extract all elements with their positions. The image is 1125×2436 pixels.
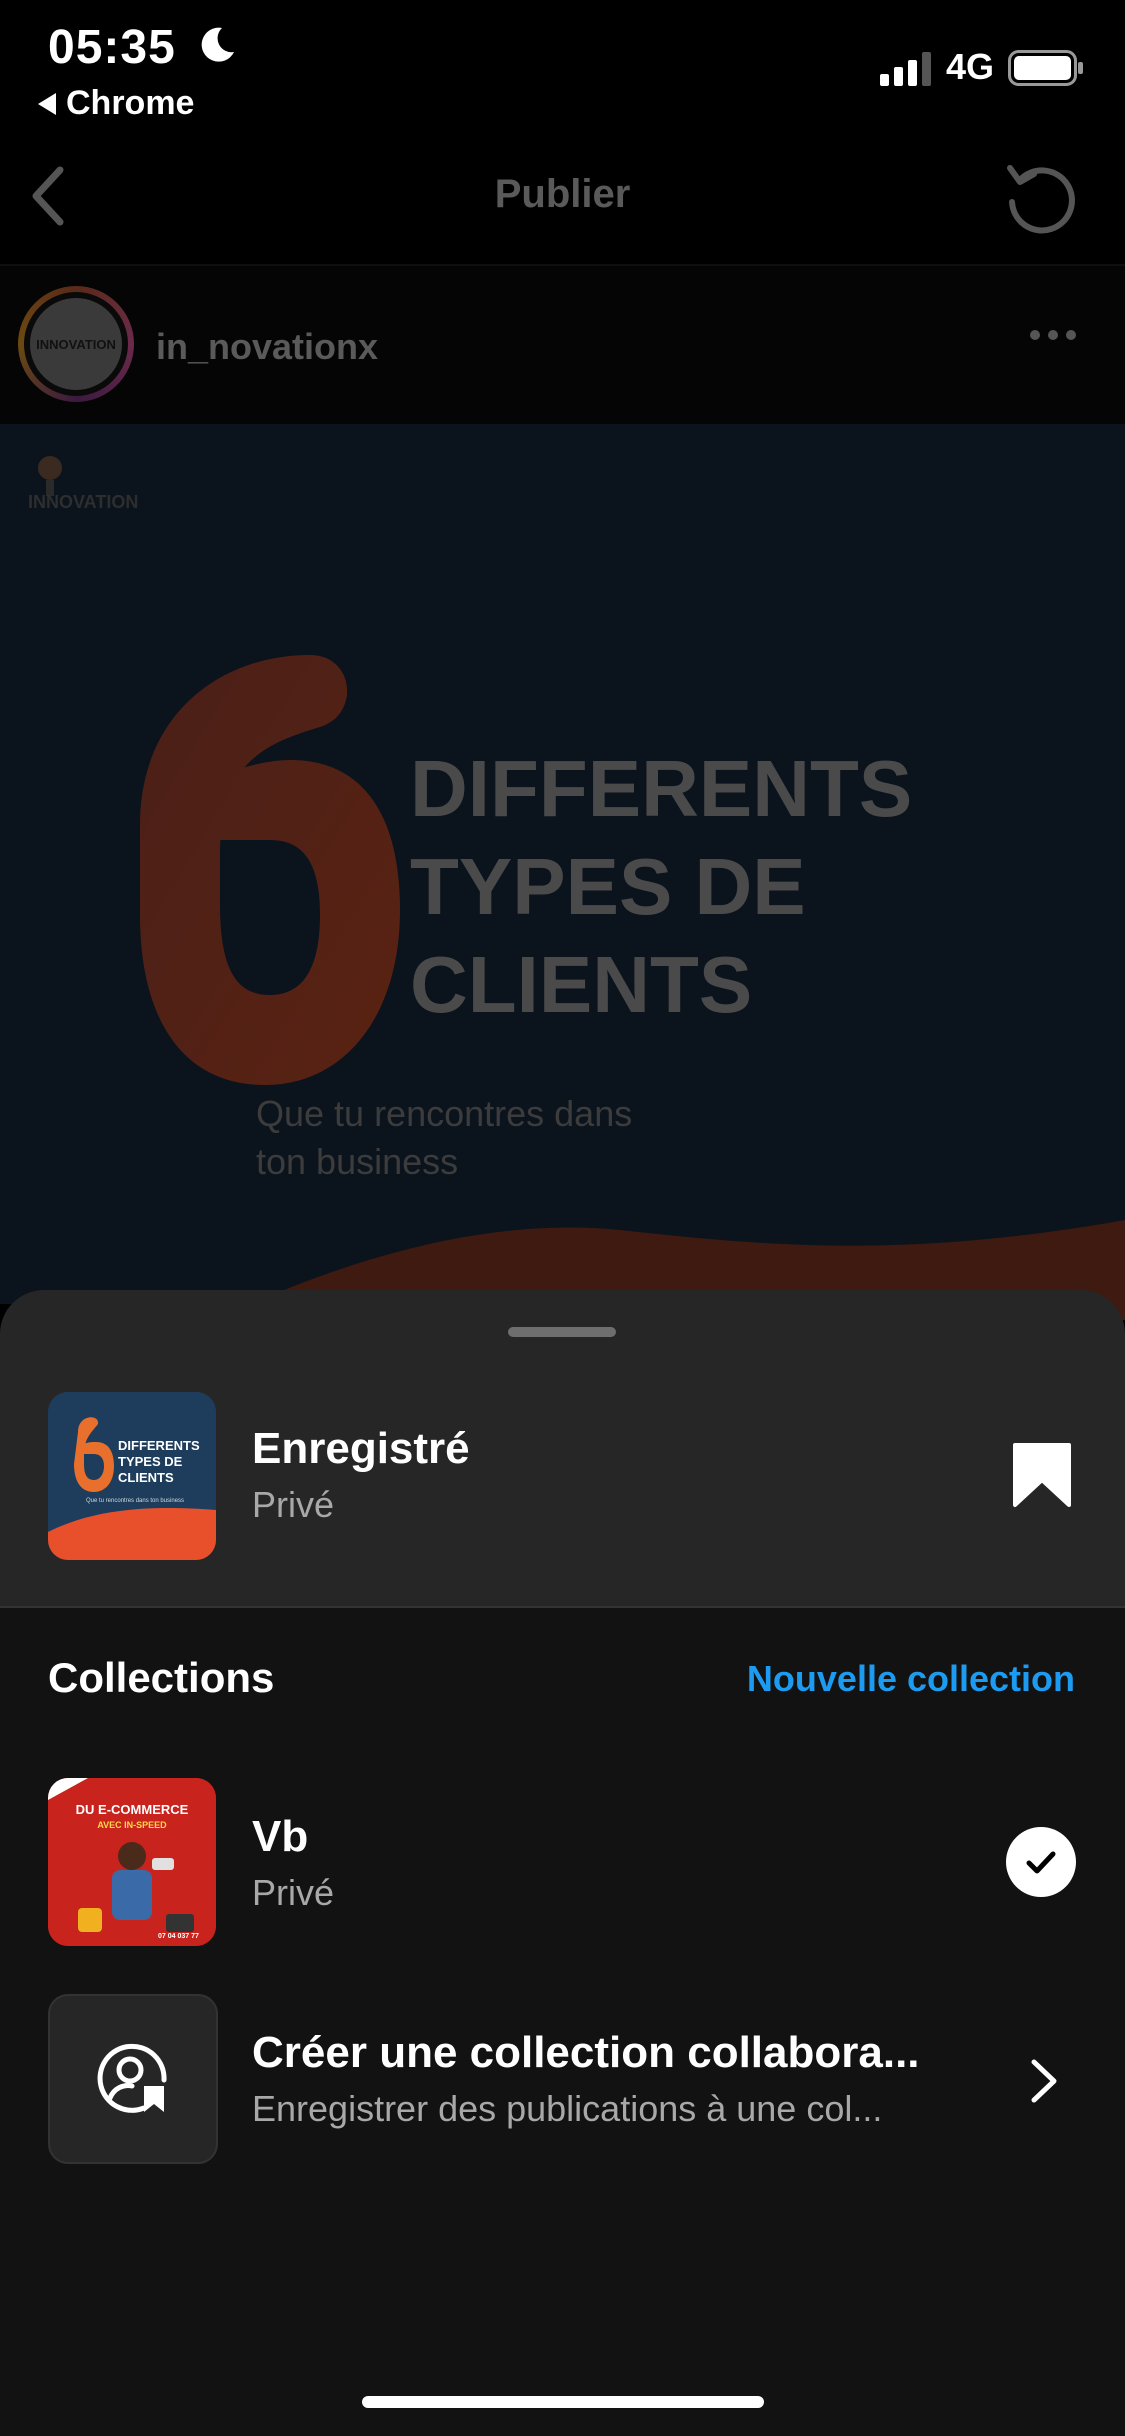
moon-icon: [201, 27, 234, 62]
sheet-grabber[interactable]: [508, 1327, 616, 1337]
post-headline: DIFFERENTS TYPES DE CLIENTS: [410, 740, 912, 1034]
post-subline-line: Que tu rencontres dans: [256, 1093, 633, 1134]
chevron-right-icon[interactable]: [1028, 2058, 1060, 2104]
back-to-app-link[interactable]: Chrome: [38, 84, 194, 123]
collab-collection-subtitle: Enregistrer des publications à une col..…: [252, 2088, 883, 2129]
avatar-logo-text: INNOVATION: [36, 336, 116, 352]
home-indicator[interactable]: [362, 2396, 764, 2408]
saved-title: Enregistré: [252, 1424, 470, 1473]
new-collection-button[interactable]: Nouvelle collection: [747, 1658, 1075, 1700]
post-headline-line: DIFFERENTS: [410, 744, 913, 833]
collab-collection-icon: [97, 2043, 167, 2113]
battery-icon: [1008, 50, 1083, 86]
signal-icon: [880, 52, 931, 86]
more-options-icon[interactable]: [1030, 330, 1076, 340]
thumb-line: CLIENTS: [118, 1470, 174, 1485]
post-username[interactable]: in_novationx: [156, 326, 378, 368]
post-subline: Que tu rencontres dans ton business: [256, 1090, 632, 1186]
collection-privacy: Privé: [252, 1872, 335, 1913]
network-type: 4G: [946, 46, 995, 87]
post-headline-line: TYPES DE: [410, 842, 806, 931]
checkmark-icon: [1026, 1851, 1056, 1874]
saved-thumbnail[interactable]: DIFFERENTS TYPES DE CLIENTS Que tu renco…: [48, 1392, 216, 1560]
post-headline-line: CLIENTS: [410, 940, 753, 1029]
back-triangle-icon: [38, 92, 56, 115]
thumb-subline: Que tu rencontres dans ton business: [86, 1498, 184, 1504]
collab-collection-title[interactable]: Créer une collection collabora...: [252, 2028, 972, 2078]
collections-heading: Collections: [48, 1654, 275, 1701]
collection-title[interactable]: Vb: [252, 1812, 308, 1862]
post-logo-text: INNOVATION: [28, 492, 138, 512]
post-logo: INNOVATION: [28, 456, 138, 512]
thumb-phone: 07 04 037 77: [158, 1933, 199, 1940]
bookmark-filled-icon[interactable]: [1012, 1442, 1072, 1508]
thumb-line: DIFFERENTS: [118, 1438, 200, 1453]
thumb-line: TYPES DE: [118, 1454, 183, 1469]
avatar[interactable]: INNOVATION: [30, 298, 122, 390]
thumb-line: DU E-COMMERCE: [76, 1802, 189, 1817]
refresh-icon[interactable]: [1000, 158, 1082, 240]
thumb-line: AVEC IN-SPEED: [97, 1820, 167, 1830]
post-number-graphic: [140, 655, 400, 1085]
page-title: Publier: [494, 172, 631, 216]
collection-thumbnail-image: DU E-COMMERCE AVEC IN-SPEED 07 04 037 77: [48, 1778, 216, 1946]
back-app-label: Chrome: [66, 84, 195, 122]
collection-thumbnail[interactable]: DU E-COMMERCE AVEC IN-SPEED 07 04 037 77: [48, 1778, 216, 1946]
collection-selected-check[interactable]: [1006, 1827, 1076, 1897]
saved-thumbnail-image: DIFFERENTS TYPES DE CLIENTS Que tu renco…: [48, 1392, 216, 1560]
saved-privacy: Privé: [252, 1484, 335, 1525]
post-subline-line: ton business: [256, 1141, 459, 1182]
status-time: 05:35: [48, 21, 176, 74]
